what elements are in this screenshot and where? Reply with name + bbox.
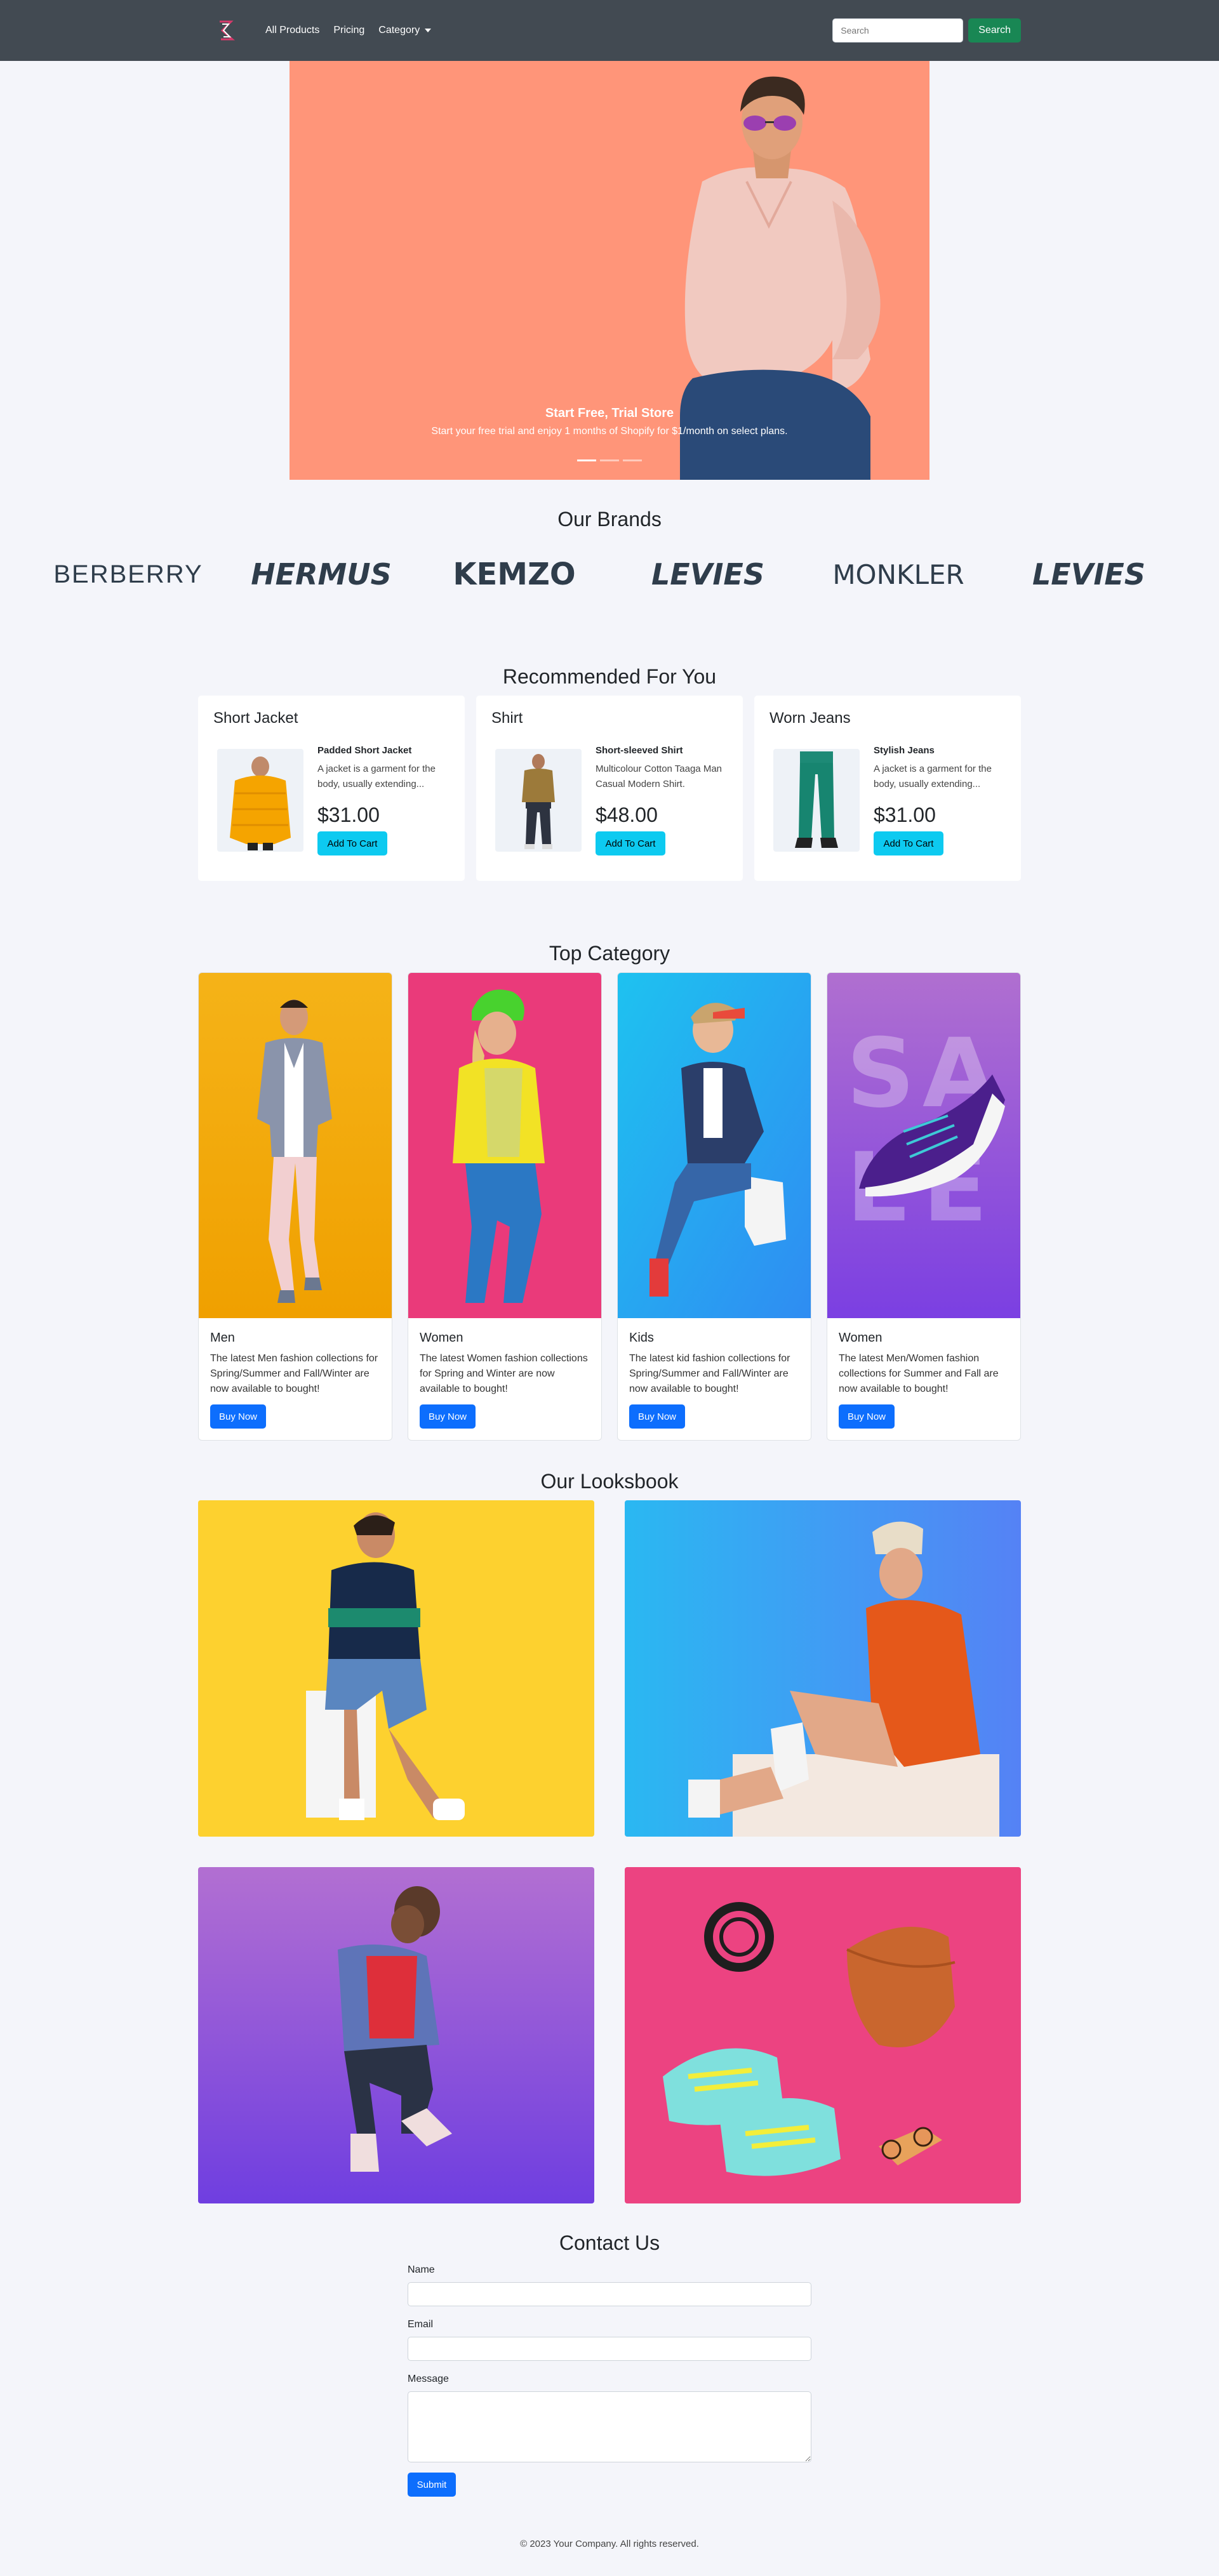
category-title: Women — [839, 1331, 883, 1345]
category-image-women — [408, 973, 601, 1318]
lookbook-image-woman-blue[interactable] — [625, 1500, 1021, 1837]
email-label: Email — [408, 2319, 434, 2330]
search-input[interactable] — [832, 18, 964, 43]
category-image-men — [199, 973, 392, 1318]
category-image-kids — [618, 973, 811, 1318]
carousel-indicator-3[interactable] — [623, 459, 642, 461]
product-card-shirt: Shirt Short-sleeved Shirt Multicolour Co… — [476, 696, 743, 881]
buy-now-button[interactable]: Buy Now — [629, 1404, 685, 1429]
chevron-down-icon — [425, 29, 432, 32]
name-label: Name — [408, 2264, 435, 2275]
brand-logo-levies-2[interactable]: LEVIES — [1016, 552, 1162, 597]
svg-text:S: S — [846, 1019, 915, 1129]
category-title: Men — [210, 1331, 235, 1345]
product-card-short-jacket: Short Jacket Padded Short Jacket A jacke… — [198, 696, 465, 881]
brands-title: Our Brands — [557, 508, 662, 531]
footer-copyright: © 2023 Your Company. All rights reserved… — [520, 2539, 699, 2549]
buy-now-button[interactable]: Buy Now — [839, 1404, 895, 1429]
message-label: Message — [408, 2374, 449, 2384]
brand-logo-hermus[interactable]: HERMUS — [245, 552, 397, 597]
add-to-cart-button[interactable]: Add To Cart — [596, 831, 665, 855]
hero-carousel: Start Free, Trial Store Start your free … — [290, 61, 929, 480]
submit-button[interactable]: Submit — [408, 2473, 456, 2497]
category-title: Women — [420, 1331, 463, 1345]
category-description: The latest Men/Women fashion collections… — [839, 1353, 999, 1394]
lookbook-image-man-yellow[interactable] — [198, 1500, 594, 1837]
product-price: $31.00 — [317, 803, 380, 826]
product-image-shirt — [495, 749, 582, 852]
navbar: All Products Pricing Category Search — [0, 0, 1219, 61]
lookbook-image-kid-purple[interactable] — [198, 1867, 594, 2203]
product-image-jeans — [773, 749, 860, 852]
buy-now-button[interactable]: Buy Now — [420, 1404, 476, 1429]
product-price: $48.00 — [596, 803, 658, 826]
carousel-indicators — [290, 459, 929, 461]
carousel-indicator-2[interactable] — [600, 459, 619, 461]
category-image-sale: SA LE — [827, 973, 1020, 1318]
product-name: Stylish Jeans — [874, 745, 935, 756]
category-description: The latest Women fashion collections for… — [420, 1353, 588, 1394]
search-button[interactable]: Search — [968, 18, 1021, 43]
recommended-title: Recommended For You — [502, 665, 717, 688]
product-name: Padded Short Jacket — [317, 745, 412, 756]
product-card-worn-jeans: Worn Jeans Stylish Jeans A jacket is a g… — [754, 696, 1021, 881]
category-card-women: Women The latest Women fashion collectio… — [408, 972, 602, 1441]
brand-logo-monkler[interactable]: MONKLER — [819, 552, 978, 597]
category-description: The latest kid fashion collections for S… — [629, 1353, 790, 1394]
product-image-jacket — [217, 749, 303, 852]
product-card-title: Short Jacket — [213, 710, 298, 727]
nav-link-all-products[interactable]: All Products — [265, 25, 319, 36]
nav-dropdown-category-label: Category — [378, 25, 420, 36]
brand-logo-icon[interactable] — [213, 18, 239, 43]
nav-dropdown-category[interactable]: Category — [378, 25, 432, 36]
hero-subtitle: Start your free trial and enjoy 1 months… — [431, 426, 788, 437]
navbar-inner: All Products Pricing Category Search — [198, 0, 1021, 61]
contact-title: Contact Us — [559, 2231, 660, 2254]
brand-logo-berberry[interactable]: BERBERRY — [46, 552, 211, 597]
product-description: A jacket is a garment for the body, usua… — [317, 763, 436, 789]
brand-logo-levies[interactable]: LEVIES — [635, 552, 781, 597]
carousel-indicator-1[interactable] — [577, 459, 596, 461]
category-description: The latest Men fashion collections for S… — [210, 1353, 378, 1394]
top-category-title: Top Category — [549, 942, 670, 965]
brands-row: BERBERRY HERMUS KEMZO LEVIES MONKLER LEV… — [0, 552, 1219, 597]
lookbook-image-accessories-pink[interactable] — [625, 1867, 1021, 2203]
product-card-title: Worn Jeans — [769, 710, 851, 727]
product-name: Short-sleeved Shirt — [596, 745, 683, 756]
nav-link-pricing[interactable]: Pricing — [333, 25, 364, 36]
category-card-women-sale: SA LE Women The latest Men/Women fashion… — [827, 972, 1021, 1441]
hero-title: Start Free, Trial Store — [545, 406, 674, 420]
message-field[interactable] — [408, 2391, 811, 2462]
buy-now-button[interactable]: Buy Now — [210, 1404, 266, 1429]
name-field[interactable] — [408, 2282, 811, 2306]
product-description: A jacket is a garment for the body, usua… — [874, 763, 992, 789]
product-card-title: Shirt — [491, 710, 523, 727]
product-price: $31.00 — [874, 803, 936, 826]
category-title: Kids — [629, 1331, 654, 1345]
add-to-cart-button[interactable]: Add To Cart — [317, 831, 387, 855]
brand-logo-kemzo[interactable]: KEMZO — [444, 552, 584, 597]
email-field[interactable] — [408, 2337, 811, 2361]
category-card-men: Men The latest Men fashion collections f… — [198, 972, 392, 1441]
hero-caption: Start Free, Trial Store Start your free … — [290, 406, 929, 437]
category-card-kids: Kids The latest kid fashion collections … — [617, 972, 811, 1441]
product-description: Multicolour Cotton Taaga Man Casual Mode… — [596, 763, 722, 789]
lookbook-title: Our Looksbook — [540, 1470, 679, 1493]
add-to-cart-button[interactable]: Add To Cart — [874, 831, 943, 855]
